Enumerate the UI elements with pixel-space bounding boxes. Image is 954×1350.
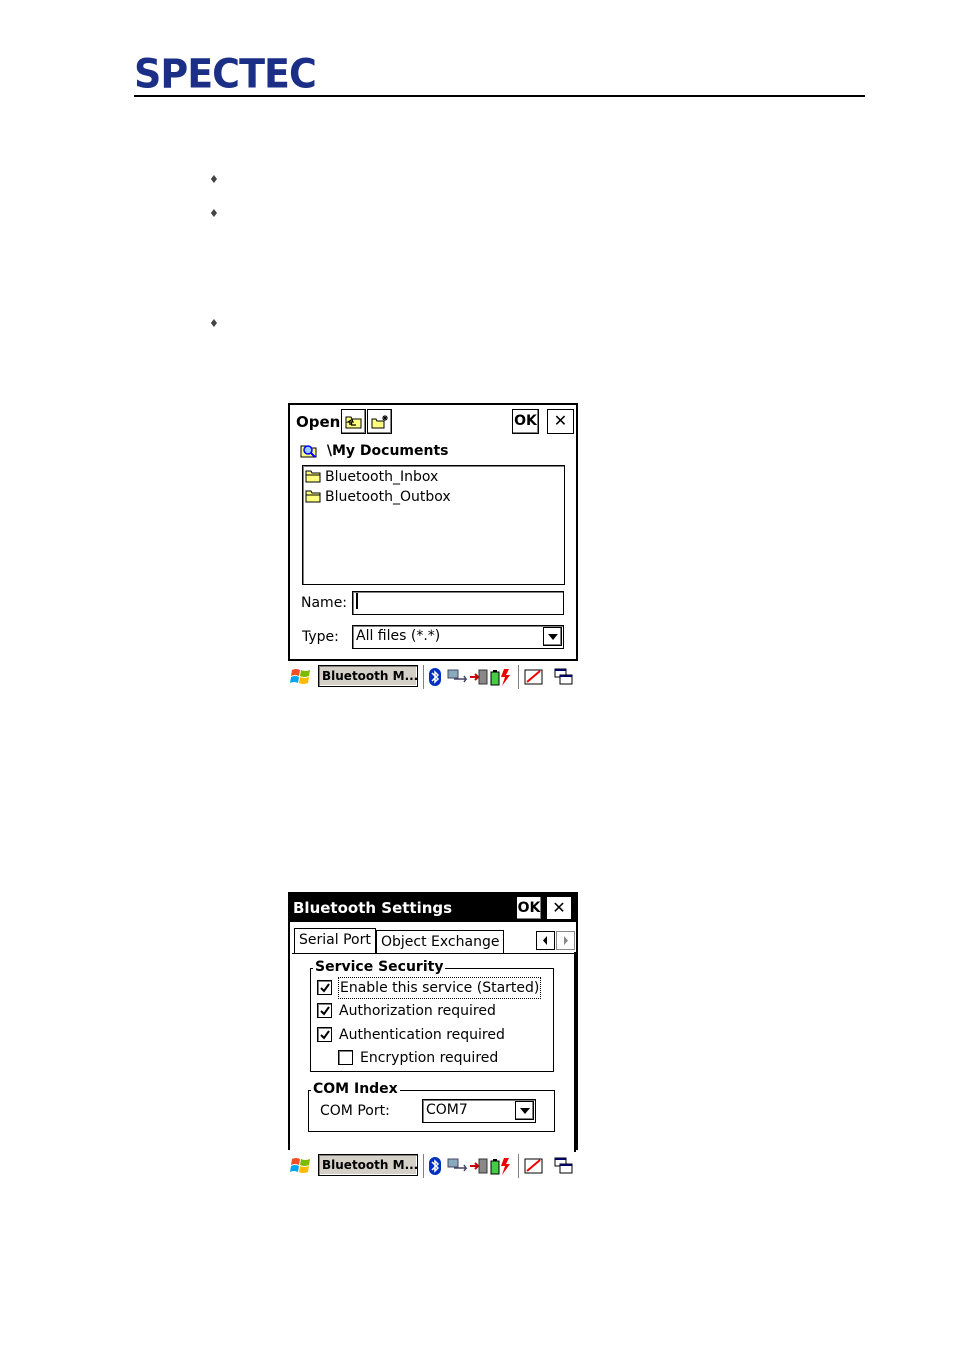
group-legend: COM Index — [311, 1081, 400, 1097]
close-button[interactable]: ✕ — [546, 896, 572, 920]
bluetooth-icon[interactable] — [428, 667, 442, 687]
folder-name: Bluetooth_Inbox — [325, 469, 439, 485]
desktop-windows-icon[interactable] — [554, 667, 574, 687]
bullet-icon: ♦ — [209, 207, 219, 220]
up-folder-icon — [345, 416, 362, 429]
spectec-logo: SPECTEC — [134, 52, 317, 96]
bluetooth-icon[interactable] — [428, 1156, 442, 1176]
checkbox[interactable] — [317, 1027, 332, 1042]
list-item[interactable]: Bluetooth_Inbox — [305, 467, 438, 487]
battery-power-icon[interactable] — [490, 1156, 512, 1176]
checkbox-label: Authorization required — [339, 1003, 496, 1019]
com-port-select[interactable]: COM7 — [422, 1099, 536, 1123]
folder-icon — [305, 490, 321, 503]
title-bar: Bluetooth Settings OK ✕ — [290, 894, 576, 922]
task-button-bluetooth[interactable]: Bluetooth M... — [318, 665, 418, 687]
ok-button[interactable]: OK — [516, 896, 542, 920]
taskbar: Bluetooth M... — [288, 663, 578, 691]
connection-icon[interactable] — [469, 667, 489, 687]
group-legend: Service Security — [313, 959, 446, 975]
new-folder-icon — [371, 415, 388, 429]
new-folder-button[interactable] — [367, 409, 392, 434]
tab-object-exchange[interactable]: Object Exchange — [376, 930, 505, 954]
tab-serial-port[interactable]: Serial Port — [294, 928, 376, 954]
header-rule — [134, 95, 865, 97]
folder-icon — [305, 470, 321, 483]
desktop-windows-icon[interactable] — [554, 1156, 574, 1176]
checkmark-icon — [320, 1006, 330, 1016]
window-edge — [574, 952, 576, 1152]
task-button-bluetooth[interactable]: Bluetooth M... — [318, 1154, 418, 1176]
checkmark-icon — [320, 983, 330, 993]
arrow-right-icon — [564, 936, 568, 945]
bullet-icon: ♦ — [209, 173, 219, 186]
dropdown-arrow-icon[interactable] — [543, 627, 562, 646]
network-icon[interactable] — [446, 1156, 468, 1176]
logo-text: SPECTEC — [134, 50, 317, 98]
name-input[interactable] — [352, 591, 564, 615]
tray-divider — [423, 1154, 424, 1178]
checkmark-icon — [320, 1030, 330, 1040]
tray-divider — [518, 1154, 519, 1178]
type-value: All files (*.*) — [356, 628, 441, 644]
checkbox[interactable] — [338, 1050, 353, 1065]
checkbox-label: Authentication required — [339, 1027, 505, 1043]
tray-divider — [518, 665, 519, 689]
file-list[interactable]: Bluetooth_Inbox Bluetooth_Outbox — [302, 465, 565, 585]
ok-button[interactable]: OK — [512, 409, 539, 434]
open-file-dialog: Open OK ✕ \My Documents Bluetooth_Inbox — [288, 403, 578, 661]
tab-scroll-right-button[interactable] — [556, 931, 575, 950]
connection-icon[interactable] — [469, 1156, 489, 1176]
name-label: Name: — [301, 595, 348, 611]
checkbox[interactable] — [317, 980, 332, 995]
path-text: \My Documents — [326, 443, 449, 459]
com-port-value: COM7 — [426, 1102, 468, 1118]
taskbar: Bluetooth M... — [288, 1152, 578, 1180]
checkbox[interactable] — [317, 1003, 332, 1018]
dialog-title: Open — [296, 413, 341, 431]
windows-start-icon[interactable] — [290, 667, 312, 687]
windows-start-icon[interactable] — [290, 1156, 312, 1176]
search-folder-icon — [300, 445, 317, 458]
list-item[interactable]: Bluetooth_Outbox — [305, 487, 451, 507]
network-icon[interactable] — [446, 667, 468, 687]
text-caret — [356, 593, 358, 609]
up-folder-button[interactable] — [341, 409, 366, 434]
arrow-left-icon — [543, 936, 547, 945]
bullet-icon: ♦ — [209, 317, 219, 330]
input-panel-icon[interactable] — [524, 667, 544, 687]
dropdown-arrow-icon[interactable] — [515, 1101, 534, 1120]
folder-name: Bluetooth_Outbox — [325, 489, 451, 505]
type-label: Type: — [302, 629, 339, 645]
window-title: Bluetooth Settings — [293, 899, 453, 917]
bluetooth-settings-window: Bluetooth Settings OK ✕ Serial Port Obje… — [288, 892, 578, 1152]
tab-scroll-left-button[interactable] — [536, 931, 555, 950]
tab-divider — [292, 953, 574, 954]
tray-divider — [423, 665, 424, 689]
close-button[interactable]: ✕ — [547, 409, 574, 434]
com-port-label: COM Port: — [320, 1103, 390, 1119]
input-panel-icon[interactable] — [524, 1156, 544, 1176]
type-select[interactable]: All files (*.*) — [352, 625, 564, 649]
current-path: \My Documents — [300, 442, 449, 459]
checkbox-label: Enable this service (Started) — [337, 977, 542, 999]
battery-power-icon[interactable] — [490, 667, 512, 687]
checkbox-label: Encryption required — [360, 1050, 499, 1066]
